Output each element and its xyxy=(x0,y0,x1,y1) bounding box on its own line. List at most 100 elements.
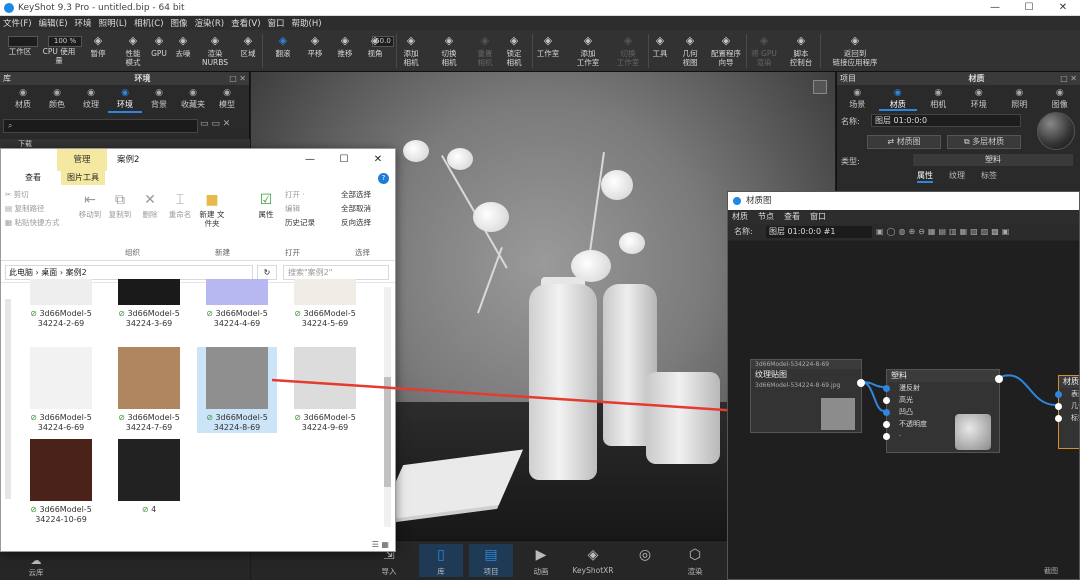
port-dot-icon[interactable] xyxy=(1055,403,1062,410)
toolbar-button[interactable]: ◈ 工作室 xyxy=(530,33,566,71)
node-port[interactable]: 几何 xyxy=(1055,400,1079,412)
tab-background[interactable]: ◉ 背景 xyxy=(142,85,176,113)
select-none-button[interactable]: 全部取消 xyxy=(341,202,371,216)
library-panel-controls[interactable]: □ ✕ xyxy=(225,72,249,85)
tab-texture[interactable]: ◉ 纹理 xyxy=(74,85,108,113)
explorer-search-input[interactable]: 搜索"案例2" xyxy=(283,265,389,280)
tab-material[interactable]: ◉ 材质 xyxy=(878,88,917,111)
toolbar-button[interactable]: ◈ 推移 xyxy=(330,33,360,71)
tab-environment[interactable]: ◉ 环境 xyxy=(960,88,998,111)
toolbar-button[interactable]: ◈ 工具 xyxy=(648,33,672,71)
node-port[interactable]: 漫反射 xyxy=(883,382,999,394)
open-button[interactable]: 打开 · xyxy=(285,188,315,202)
explorer-close-button[interactable]: ✕ xyxy=(361,149,395,171)
edit-button[interactable]: 编辑 xyxy=(285,202,315,216)
paste-shortcut-button[interactable]: ▦ 粘贴快捷方式 xyxy=(5,216,59,230)
tab-color[interactable]: ◉ 颜色 xyxy=(40,85,74,113)
explorer-minimize-button[interactable]: — xyxy=(293,149,327,171)
workspace-field[interactable] xyxy=(8,36,38,47)
library-folder-tools[interactable]: ▭ ▭ ✕ xyxy=(200,119,230,129)
file-item[interactable]: ⊘ 3d66Model-5 34224-9-69 xyxy=(285,347,365,433)
tab-material[interactable]: ◉ 材质 xyxy=(6,85,40,113)
project-panel-controls[interactable]: □ ✕ xyxy=(1056,72,1080,85)
toolbar-button[interactable]: ◈ 几何 视图 xyxy=(676,33,704,71)
material-output-node[interactable]: 材质 表面几何标签 xyxy=(1055,375,1079,449)
tab-model[interactable]: ◉ 模型 xyxy=(210,85,244,113)
port-dot-icon[interactable] xyxy=(1055,415,1062,422)
cut-button[interactable]: ✂ 剪切 xyxy=(5,188,59,202)
file-item[interactable]: ⊘ 3d66Model-5 34224-3-69 xyxy=(109,279,189,329)
port-dot-icon[interactable] xyxy=(883,385,890,392)
mg-menu-window[interactable]: 窗口 xyxy=(810,210,826,224)
menu-environment[interactable]: 环境 xyxy=(75,17,92,29)
port-dot-icon[interactable] xyxy=(883,433,890,440)
delete-button[interactable]: ✕ 删除 xyxy=(135,190,165,219)
menu-lighting[interactable]: 照明(L) xyxy=(99,17,127,29)
help-icon[interactable]: ? xyxy=(378,173,389,184)
texture-node-output-port[interactable] xyxy=(857,379,865,387)
toolbar-button[interactable]: ◈ 翻滚 xyxy=(268,33,298,71)
menu-camera[interactable]: 相机(C) xyxy=(134,17,164,29)
multi-material-button[interactable]: ⧉ 多层材质 xyxy=(947,135,1021,149)
cpu-usage-field[interactable]: 100 % xyxy=(48,36,82,47)
file-item[interactable]: ⊘ 3d66Model-5 34224-8-69 xyxy=(197,347,277,433)
close-button[interactable]: ✕ xyxy=(1046,2,1080,13)
port-dot-icon[interactable] xyxy=(1055,391,1062,398)
tab-camera[interactable]: ◉ 相机 xyxy=(919,88,957,111)
ribbon-animation-button[interactable]: ▶ 动画 xyxy=(519,544,563,577)
file-item[interactable]: ⊘ 3d66Model-5 34224-4-69 xyxy=(197,279,277,329)
node-port[interactable]: 高光 xyxy=(883,394,999,406)
toolbar-button[interactable]: ◈ 返回到 链接应用程序 xyxy=(828,33,882,71)
menu-help[interactable]: 帮助(H) xyxy=(292,17,322,29)
explorer-maximize-button[interactable]: ☐ xyxy=(327,149,361,171)
material-preview-ball[interactable] xyxy=(1037,112,1075,150)
mg-menu-node[interactable]: 节点 xyxy=(758,210,774,224)
tab-image[interactable]: ◉ 图像 xyxy=(1041,88,1079,111)
tab-scene[interactable]: ◉ 场景 xyxy=(838,88,876,111)
material-graph-canvas[interactable]: 3d66Model-534224-8-69 纹理贴图 3d66Model-534… xyxy=(728,241,1079,579)
ribbon-keyshotxr-button[interactable]: ◈ KeyShotXR xyxy=(571,544,615,575)
library-search-input[interactable]: ⌕ xyxy=(3,119,198,133)
maximize-button[interactable]: ☐ xyxy=(1012,2,1046,13)
material-graph-button[interactable]: ⇄ 材质图 xyxy=(867,135,941,149)
tab-environment[interactable]: ◉ 环境 xyxy=(108,85,142,113)
toolbar-button[interactable]: ◈ 添加 工作室 xyxy=(570,33,606,71)
new-folder-button[interactable]: ■ 新建 文件夹 xyxy=(197,190,227,228)
node-port[interactable]: 表面 xyxy=(1055,388,1079,400)
tab-properties[interactable]: 属性 xyxy=(917,170,933,183)
scrollbar-thumb[interactable] xyxy=(384,377,391,487)
view-mode-icons[interactable]: ☰ ▦ xyxy=(372,540,389,549)
file-item[interactable]: ⊘ 3d66Model-5 34224-10-69 xyxy=(21,439,101,525)
port-dot-icon[interactable] xyxy=(883,397,890,404)
ribbon-vr-button[interactable]: ◎ xyxy=(623,544,667,566)
plastic-node[interactable]: 塑料 漫反射 高光 凹凸 不透明度 · xyxy=(883,369,1003,453)
plastic-node-output-port[interactable] xyxy=(995,375,1003,383)
copy-path-button[interactable]: ▤ 复制路径 xyxy=(5,202,59,216)
ribbon-project-button[interactable]: ▤ 项目 xyxy=(469,544,513,577)
toolbar-button[interactable]: ◈ 将 GPU 渲染 xyxy=(750,33,778,71)
address-bar[interactable]: 此电脑 › 桌面 › 案例2 xyxy=(5,265,253,280)
material-name-input[interactable]: 图层 01:0:0:0 xyxy=(871,114,1021,127)
tab-labels[interactable]: 标签 xyxy=(981,170,997,183)
minimize-button[interactable]: — xyxy=(978,2,1012,13)
port-dot-icon[interactable] xyxy=(883,421,890,428)
file-item[interactable]: ⊘ 3d66Model-5 34224-7-69 xyxy=(109,347,189,433)
toolbar-button[interactable]: ◈ 渲染 NURBS xyxy=(200,33,230,71)
toolbar-button[interactable]: ◈ 性能 模式 xyxy=(118,33,148,71)
file-item[interactable]: ⊘ 3d66Model-5 34224-5-69 xyxy=(285,279,365,329)
move-to-button[interactable]: ⇤ 移动到 xyxy=(75,190,105,219)
menu-window[interactable]: 窗口 xyxy=(268,17,285,29)
toolbar-button[interactable]: ◈ 切换 相机 xyxy=(434,33,464,71)
toolbar-button[interactable]: ◈ 锁定 相机 xyxy=(500,33,528,71)
mg-menu-view[interactable]: 查看 xyxy=(784,210,800,224)
properties-button[interactable]: ☑ 属性 xyxy=(251,190,281,219)
file-item[interactable]: ⊘ 3d66Model-5 34224-2-69 xyxy=(21,279,101,329)
material-type-select[interactable]: 塑料 xyxy=(913,154,1073,166)
toolbar-button[interactable]: ◈ GPU xyxy=(150,33,168,71)
invert-selection-button[interactable]: 反向选择 xyxy=(341,216,371,230)
ribbon-library-button[interactable]: ▯ 库 xyxy=(419,544,463,577)
menu-image[interactable]: 图像 xyxy=(171,17,188,29)
rename-button[interactable]: ⌶ 重命名 xyxy=(165,190,195,219)
tab-view[interactable]: 查看 xyxy=(25,171,41,185)
tab-textures[interactable]: 纹理 xyxy=(949,170,965,183)
